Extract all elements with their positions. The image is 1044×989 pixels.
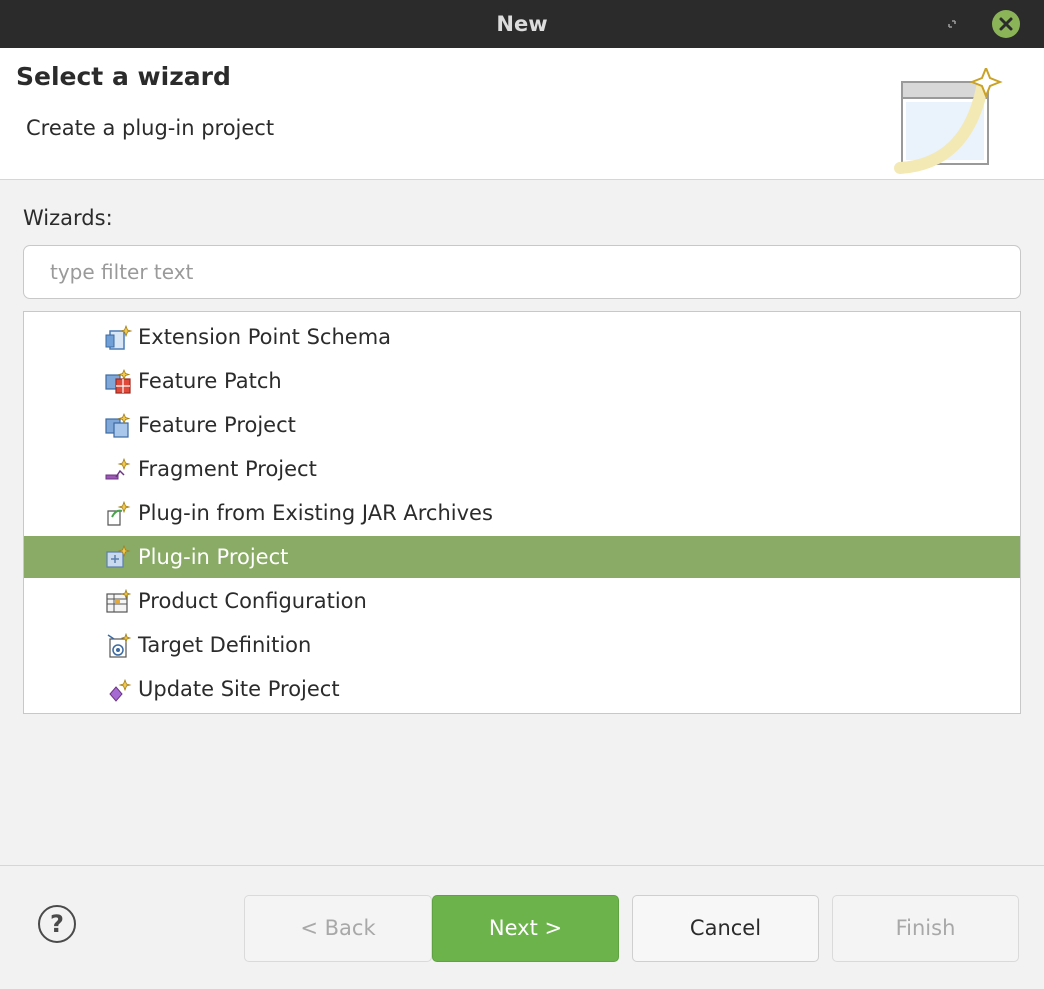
tree-item-update-site-project[interactable]: Update Site Project [24, 668, 1020, 710]
tree-item-label: Product Configuration [138, 589, 367, 613]
help-icon[interactable]: ? [38, 905, 76, 943]
tree-item-label: Extension Point Schema [138, 325, 392, 349]
tree-item-label: Update Site Project [138, 677, 340, 701]
tree-item-label: Plug-in from Existing JAR Archives [138, 501, 493, 525]
tree-item-label: Feature Patch [138, 369, 282, 393]
update-site-icon [109, 678, 132, 702]
back-button[interactable]: < Back [244, 895, 432, 962]
tree-item-feature-project[interactable]: Feature Project [24, 404, 1020, 446]
page-title: Select a wizard [16, 62, 231, 91]
window-title: New [496, 12, 548, 36]
title-bar: New [0, 0, 1044, 48]
tree-item-plugin-project[interactable]: Plug-in Project [24, 536, 1020, 578]
page-description: Create a plug-in project [26, 116, 275, 140]
tree-item-label: Plug-in Project [138, 545, 289, 569]
tree-item-product-configuration[interactable]: Product Configuration [24, 580, 1020, 622]
fragment-project-icon [105, 457, 131, 480]
tree-item-fragment-project[interactable]: Fragment Project [24, 448, 1020, 490]
new-wizard-dialog: New Select a wizard Create a plug-in pro… [0, 0, 1044, 989]
footer-divider [0, 865, 1044, 866]
filter-input[interactable] [23, 245, 1021, 299]
tree-item-label: Fragment Project [138, 457, 317, 481]
schema-icon [105, 325, 133, 350]
tree-item-target-definition[interactable]: Target Definition [24, 624, 1020, 666]
tree-item-plugin-from-jar[interactable]: Plug-in from Existing JAR Archives [24, 492, 1020, 534]
feature-patch-icon [105, 369, 131, 394]
next-button[interactable]: Next > [432, 895, 619, 962]
wizard-tree[interactable]: Extension Point Schema Feature Patch Fea… [23, 311, 1021, 714]
product-configuration-icon [106, 589, 132, 613]
close-icon[interactable] [992, 10, 1020, 38]
restore-icon[interactable] [942, 14, 962, 34]
plugin-project-icon [106, 545, 131, 568]
wizard-banner-icon [894, 68, 1003, 174]
wizards-label: Wizards: [23, 206, 113, 230]
target-definition-icon [107, 633, 132, 658]
tree-item-feature-patch[interactable]: Feature Patch [24, 360, 1020, 402]
tree-item-extension-point-schema[interactable]: Extension Point Schema [24, 316, 1020, 358]
cancel-button[interactable]: Cancel [632, 895, 819, 962]
plugin-jar-icon [107, 501, 131, 526]
finish-button[interactable]: Finish [832, 895, 1019, 962]
feature-project-icon [105, 413, 131, 438]
tree-item-label: Target Definition [138, 633, 312, 657]
wizard-banner: Select a wizard Create a plug-in project [0, 48, 1044, 180]
tree-item-label: Feature Project [138, 413, 296, 437]
